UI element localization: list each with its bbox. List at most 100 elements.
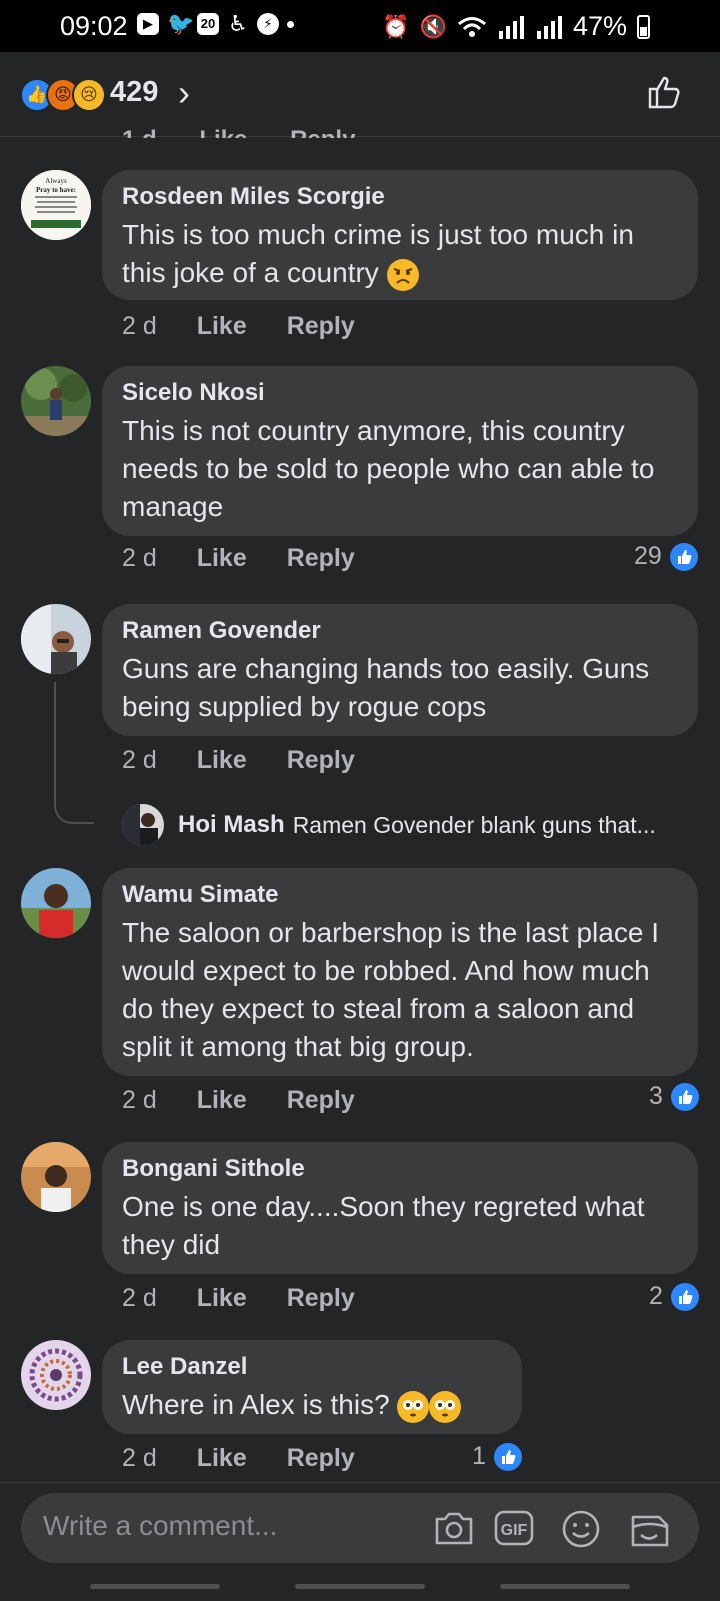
comment-text: This is too much crime is just too much … — [122, 216, 678, 292]
comment-bubble[interactable]: Sicelo Nkosi This is not country anymore… — [102, 366, 698, 536]
comment-author[interactable]: Sicelo Nkosi — [122, 378, 678, 408]
reaction-count[interactable]: 429 — [110, 76, 158, 109]
signal-icon-2 — [536, 15, 562, 39]
reply-button[interactable]: Reply — [287, 1086, 355, 1115]
chevron-right-icon[interactable]: › — [178, 72, 190, 114]
reply-author[interactable]: Hoi Mash — [178, 811, 285, 839]
battery-text: 47% — [572, 11, 627, 41]
comment-text: One is one day....Soon they regreted wha… — [122, 1191, 645, 1260]
avatar-photo — [21, 1142, 91, 1212]
comment-text: Guns are changing hands too easily. Guns… — [122, 653, 650, 722]
avatar-photo — [21, 868, 91, 938]
status-bar: 09:02 ▶ 🐦 20 ♿ ⚡ ⏰ 🔇 47% — [0, 0, 720, 52]
comment-text: This is not country anymore, this countr… — [122, 415, 655, 522]
svg-text:Always: Always — [45, 177, 67, 185]
previous-comment-actions: 1 d Like Reply — [122, 126, 391, 138]
gif-icon[interactable]: GIF — [493, 1509, 535, 1547]
comment-age: 2 d — [122, 746, 157, 774]
like-button[interactable]: Like — [197, 312, 247, 341]
comment-author[interactable]: Rosdeen Miles Scorgie — [122, 182, 678, 212]
nav-back[interactable] — [500, 1584, 630, 1589]
camera-icon[interactable] — [433, 1509, 475, 1547]
comment-author[interactable]: Bongani Sithole — [122, 1154, 678, 1184]
avatar[interactable]: Always Pray to have: — [21, 170, 91, 240]
comment-actions: 2 d Like Reply — [122, 1444, 388, 1473]
comment-actions: 2 d Like Reply — [122, 746, 388, 775]
avatar-photo — [21, 366, 91, 436]
comment-bubble[interactable]: Ramen Govender Guns are changing hands t… — [102, 604, 698, 736]
comment-author[interactable]: Wamu Simate — [122, 880, 678, 910]
comment-text: The saloon or barbershop is the last pla… — [122, 917, 659, 1062]
reply-button[interactable]: Reply — [287, 312, 355, 341]
comment-input-field[interactable]: Write a comment... GIF — [21, 1493, 699, 1563]
mute-icon: 🔇 — [419, 13, 447, 39]
comment-like-count[interactable]: 1 — [472, 1442, 522, 1471]
like-badge-icon — [669, 542, 698, 571]
comment-bubble[interactable]: Lee Danzel Where in Alex is this? — [102, 1340, 522, 1434]
like-button[interactable]: Like — [197, 1284, 247, 1313]
comment-bubble[interactable]: Rosdeen Miles Scorgie This is too much c… — [102, 170, 698, 300]
calendar-icon: 20 — [197, 13, 219, 35]
reply-button[interactable]: Reply — [287, 1444, 355, 1473]
twitter-icon: 🐦 — [167, 11, 195, 36]
reply-button[interactable]: Reply — [287, 544, 355, 573]
avatar[interactable] — [21, 868, 91, 938]
comment-bubble[interactable]: Bongani Sithole One is one day....Soon t… — [102, 1142, 698, 1274]
avatar[interactable] — [21, 1142, 91, 1212]
comment-actions: 2 d Like Reply — [122, 1284, 388, 1313]
comment-text: Where in Alex is this? — [122, 1386, 502, 1424]
reactions-header: 👍 😡 😢 429 › — [0, 52, 720, 137]
sticker-icon[interactable] — [627, 1509, 671, 1551]
status-time: 09:02 — [60, 11, 128, 41]
flushed-face-emoji-icon — [429, 1390, 462, 1423]
comment-age: 2 d — [122, 1086, 157, 1114]
nav-recent-apps[interactable] — [90, 1584, 220, 1589]
avatar-photo — [21, 1340, 91, 1410]
comment-like-count[interactable]: 3 — [649, 1082, 699, 1111]
reply-button[interactable]: Reply — [287, 1284, 355, 1313]
reply-button[interactable]: Reply — [287, 746, 355, 775]
youtube-icon: ▶ — [137, 13, 159, 35]
avatar[interactable] — [21, 604, 91, 674]
nav-home[interactable] — [295, 1584, 425, 1589]
comment-actions: 2 d Like Reply — [122, 1086, 388, 1115]
sad-reaction-icon: 😢 — [72, 78, 106, 112]
like-button[interactable]: Like — [197, 1444, 247, 1473]
alarm-icon: ⏰ — [382, 13, 410, 39]
more-notifications-dot — [287, 20, 294, 28]
comment-like-count[interactable]: 2 — [649, 1282, 699, 1311]
emoji-icon[interactable] — [561, 1509, 601, 1549]
battery-icon — [637, 14, 650, 39]
comment-age: 2 d — [122, 312, 157, 340]
comment-actions: 2 d Like Reply — [122, 544, 388, 573]
like-button[interactable]: Like — [197, 544, 247, 573]
avatar[interactable] — [21, 1340, 91, 1410]
comment-author[interactable]: Ramen Govender — [122, 616, 678, 646]
comment-author[interactable]: Lee Danzel — [122, 1352, 502, 1382]
frowning-face-emoji-icon — [386, 258, 419, 291]
wifi-icon — [457, 16, 486, 37]
like-badge-icon — [670, 1282, 699, 1311]
reply-text: Ramen Govender blank guns that... — [292, 811, 656, 838]
like-button[interactable]: Like — [197, 1086, 247, 1115]
comment-age: 2 d — [122, 544, 157, 572]
reply-preview[interactable]: Hoi Mash Ramen Govender blank guns that.… — [122, 804, 656, 846]
reaction-summary[interactable]: 👍 😡 😢 — [20, 78, 106, 112]
avatar-logo: Always Pray to have: — [21, 170, 91, 240]
like-button[interactable]: Like — [197, 746, 247, 775]
messenger-icon: ⚡ — [257, 13, 279, 35]
signal-icon — [498, 15, 524, 39]
like-badge-icon — [493, 1442, 522, 1471]
like-badge-icon — [670, 1082, 699, 1111]
flushed-face-emoji-icon — [397, 1390, 430, 1423]
comment-actions: 2 d Like Reply — [122, 312, 388, 341]
avatar[interactable] — [21, 366, 91, 436]
reply-thread-line — [54, 682, 94, 824]
thumbs-up-icon[interactable] — [646, 74, 682, 110]
comment-input[interactable]: Write a comment... — [43, 1510, 277, 1542]
comment-like-count[interactable]: 29 — [634, 542, 698, 571]
svg-text:Pray to have:: Pray to have: — [36, 186, 76, 194]
accessibility-icon: ♿ — [228, 11, 248, 36]
comment-bubble[interactable]: Wamu Simate The saloon or barbershop is … — [102, 868, 698, 1076]
avatar — [122, 804, 164, 846]
